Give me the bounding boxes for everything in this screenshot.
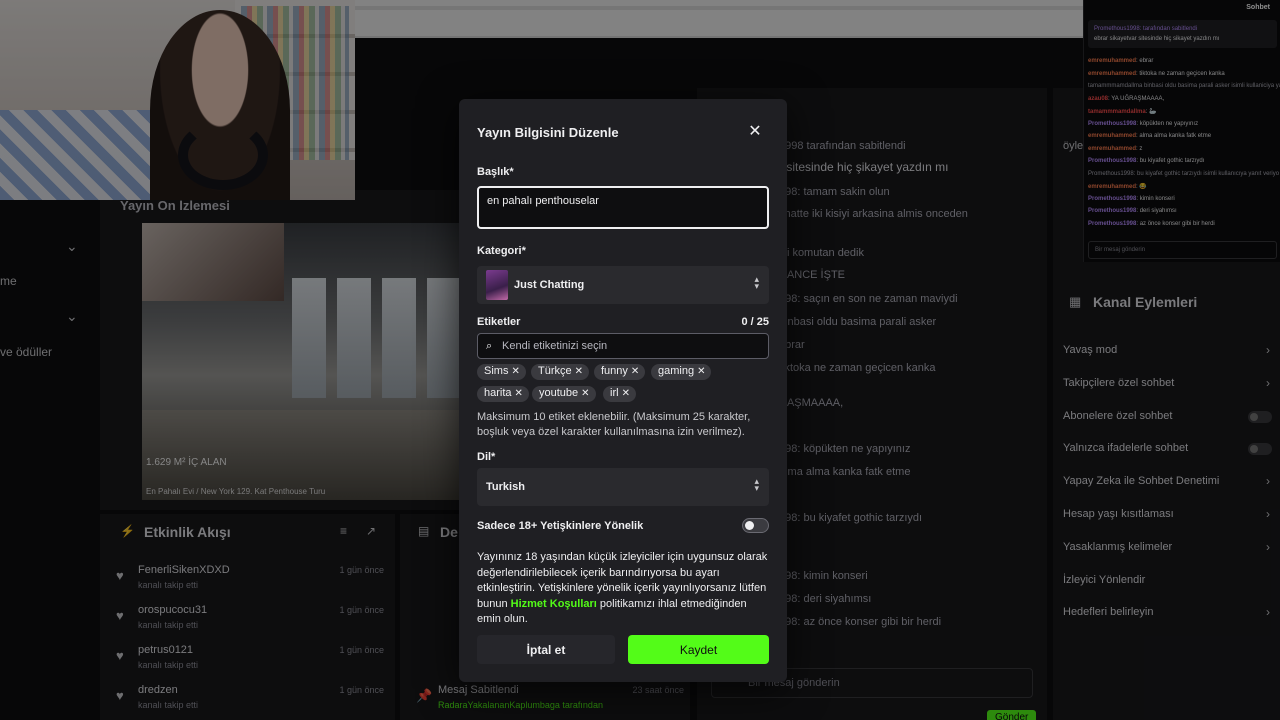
tag-chip: harita ✕	[477, 386, 529, 402]
tag-label: irl	[610, 387, 619, 399]
tag-label: youtube	[539, 387, 579, 399]
category-select[interactable]: Just Chatting ▴ ▾	[477, 266, 769, 304]
tag-chip: Sims ✕	[477, 364, 526, 380]
tag-label: harita	[484, 387, 512, 399]
tags-label: Etiketler	[477, 316, 521, 328]
tag-chip: youtube ✕	[532, 386, 596, 402]
adult-content-label: Sadece 18+ Yetişkinlere Yönelik	[477, 520, 644, 532]
select-arrows-icon: ▴ ▾	[754, 275, 759, 292]
title-label: Başlık*	[477, 166, 514, 178]
close-icon[interactable]: ✕	[746, 122, 764, 140]
tag-chip: funny ✕	[594, 364, 646, 380]
stream-title-input[interactable]	[477, 186, 769, 229]
tag-label: gaming	[658, 365, 695, 377]
remove-tag-icon[interactable]: ✕	[581, 388, 589, 399]
remove-tag-icon[interactable]: ✕	[511, 366, 519, 377]
tags-hint: Maksimum 10 etiket eklenebilir. (Maksimu…	[477, 411, 751, 438]
remove-tag-icon[interactable]: ✕	[515, 388, 523, 399]
screen: me ve ödüller ⌄ ⌄ Yayın Ön İzlemesi 1.62…	[0, 0, 1280, 720]
tags-counter: 0 / 25	[741, 316, 769, 328]
cancel-button[interactable]: İptal et	[477, 635, 615, 664]
remove-tag-icon[interactable]: ✕	[631, 366, 639, 377]
category-label: Kategori*	[477, 245, 526, 257]
language-select[interactable]: Turkish ▴ ▾	[477, 468, 769, 506]
category-thumbnail	[486, 270, 508, 300]
modal-title: Yayın Bilgisini Düzenle	[477, 125, 619, 140]
tags-input-box[interactable]: ⌕	[477, 333, 769, 359]
save-button[interactable]: Kaydet	[628, 635, 769, 664]
tag-label: Sims	[484, 365, 509, 377]
category-value: Just Chatting	[514, 279, 585, 291]
search-icon: ⌕	[486, 339, 493, 352]
remove-tag-icon[interactable]: ✕	[575, 366, 583, 377]
language-label: Dil*	[477, 451, 496, 463]
adult-content-toggle[interactable]	[742, 518, 769, 533]
tag-label: funny	[601, 365, 628, 377]
select-arrows-icon: ▴ ▾	[754, 477, 759, 494]
adult-content-notice: Yayınınız 18 yaşından küçük izleyiciler …	[477, 550, 773, 628]
tag-chip: irl ✕	[603, 386, 636, 402]
tags-input[interactable]	[502, 337, 762, 355]
tag-chip: gaming ✕	[651, 364, 712, 380]
remove-tag-icon[interactable]: ✕	[622, 388, 630, 399]
tag-label: Türkçe	[538, 365, 572, 377]
language-value: Turkish	[486, 481, 525, 493]
terms-of-service-link[interactable]: Hizmet Koşulları	[511, 598, 597, 610]
remove-tag-icon[interactable]: ✕	[697, 366, 705, 377]
tag-chip: Türkçe ✕	[531, 364, 590, 380]
edit-stream-info-modal: Yayın Bilgisini Düzenle ✕ Başlık* Katego…	[459, 99, 787, 682]
